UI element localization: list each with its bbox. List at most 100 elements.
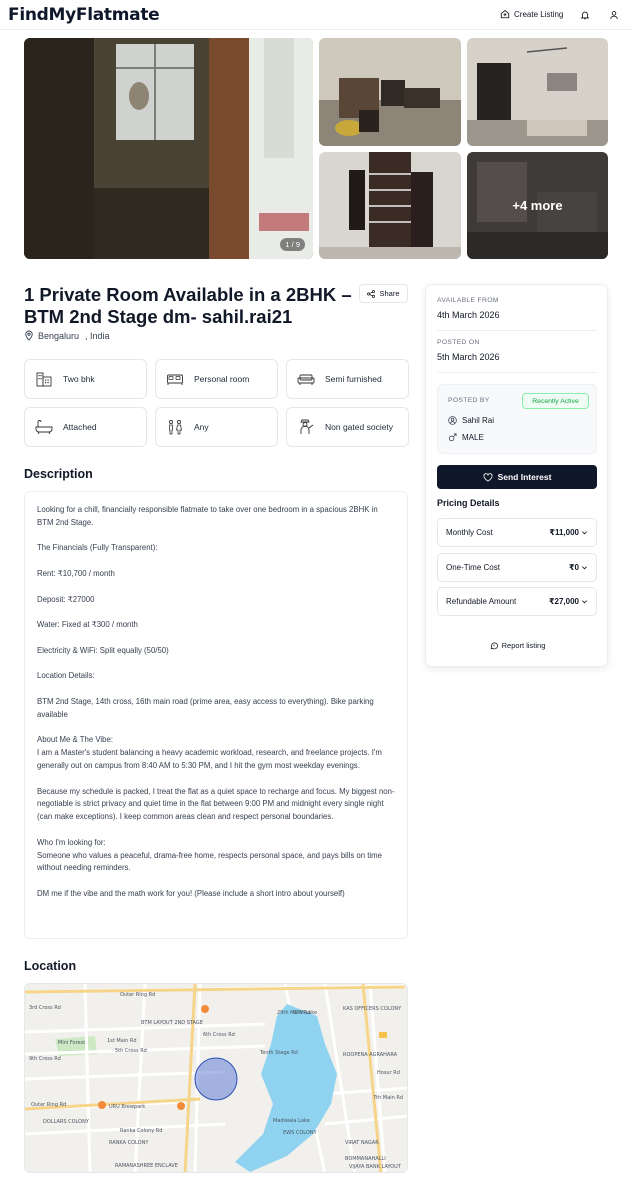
thumbnail-photo[interactable] — [467, 38, 608, 146]
map-label: Mini Forest — [58, 1040, 85, 1046]
people-icon — [168, 419, 182, 435]
pricing-amount-group: ₹27,000 — [549, 597, 588, 606]
send-interest-label: Send Interest — [497, 472, 552, 482]
photo-counter: 1 / 9 — [280, 238, 305, 251]
map-label: URU Brewpark — [109, 1104, 145, 1110]
feature-label: Attached — [63, 422, 97, 432]
user-circle-icon — [448, 416, 457, 425]
map-canvas[interactable]: Outer Ring Rd 6th Cross Rd 5th Cross Rd 3rd… — [25, 984, 408, 1173]
map-label: BOMMANAHALLI — [345, 1156, 386, 1162]
feature-gender-preference: Any — [155, 407, 278, 447]
map-label: 1st Main Rd — [107, 1038, 137, 1044]
feature-label: Any — [194, 422, 209, 432]
feature-label: Personal room — [194, 374, 250, 384]
pricing-amount: ₹0 — [568, 563, 579, 572]
map-label: Outer Ring Rd — [120, 992, 155, 998]
pricing-row-one-time[interactable]: One-Time Cost ₹0 — [437, 553, 597, 582]
map-label: KAS OFFICERS COLONY — [343, 1006, 402, 1012]
listing-sidebar: AVAILABLE FROM 4th March 2026 POSTED ON … — [425, 284, 608, 667]
more-photos-label: +4 more — [512, 198, 563, 213]
site-logo[interactable]: FindMyFlatmate — [8, 5, 160, 25]
feature-bathroom: Attached — [24, 407, 147, 447]
feature-furnishing: Semi furnished — [286, 359, 409, 399]
location-city: Bengaluru — [38, 330, 80, 341]
bathtub-icon — [35, 420, 53, 435]
room-photo-wardrobe — [319, 152, 461, 259]
poster-gender-row: MALE — [448, 433, 484, 442]
available-from-date: 4th March 2026 — [437, 310, 500, 320]
male-symbol-icon — [448, 433, 457, 442]
sofa-icon — [297, 374, 315, 385]
map-label: 5th Cross Rd — [115, 1048, 147, 1054]
top-navbar: FindMyFlatmate Create Listing — [0, 0, 632, 30]
feature-bhk: Two bhk — [24, 359, 147, 399]
pricing-amount: ₹11,000 — [549, 528, 579, 537]
approx-location-circle — [194, 1057, 238, 1101]
share-icon — [367, 289, 376, 298]
pricing-amount-group: ₹0 — [569, 563, 588, 572]
feature-label: Non gated society — [325, 422, 394, 432]
pricing-amount-group: ₹11,000 — [549, 528, 588, 537]
thumbnail-photo[interactable] — [319, 152, 461, 259]
bell-icon[interactable] — [578, 8, 592, 22]
map-label: RAMANASHREE ENCLAVE — [115, 1163, 178, 1169]
map-label: 3rd Cross Rd — [29, 1005, 61, 1011]
map-label: DOLLARS COLONY — [43, 1119, 90, 1125]
report-label: Report listing — [501, 641, 546, 650]
pricing-label: Monthly Cost — [446, 528, 493, 537]
building-icon — [36, 372, 52, 387]
poster-name-row: Sahil Rai — [448, 416, 494, 425]
share-label: Share — [379, 289, 400, 298]
security-guard-icon — [300, 419, 314, 434]
poster-card: POSTED BY Recently Active Sahil Rai MALE — [437, 384, 597, 454]
poi-marker[interactable] — [98, 1101, 106, 1109]
map-label: ROOPENA AGRAHARA — [343, 1052, 398, 1058]
description-text: Looking for a chill, financially respons… — [37, 505, 395, 898]
highway-shield — [379, 1032, 387, 1038]
location-country: , India — [85, 330, 110, 341]
feature-room-type: Personal room — [155, 359, 278, 399]
user-icon[interactable] — [607, 8, 621, 22]
message-alert-icon — [490, 642, 498, 649]
poi-marker[interactable] — [177, 1102, 185, 1110]
chevron-down-icon — [582, 566, 587, 570]
send-interest-button[interactable]: Send Interest — [437, 465, 597, 489]
bed-icon — [167, 374, 183, 385]
posted-on-date: 5th March 2026 — [437, 352, 500, 362]
location-heading: Location — [24, 959, 77, 973]
heart-icon — [483, 472, 493, 482]
location-map[interactable]: Outer Ring Rd 6th Cross Rd 5th Cross Rd 3rd… — [24, 983, 408, 1173]
report-listing-link[interactable]: Report listing — [426, 641, 609, 650]
pricing-amount: ₹27,000 — [548, 597, 579, 606]
listing-title: 1 Private Room Available in a 2BHK – BTM… — [24, 284, 352, 327]
pricing-label: One-Time Cost — [446, 563, 500, 572]
pricing-label: Refundable Amount — [446, 597, 517, 606]
room-photo-window — [24, 38, 313, 259]
create-listing-button[interactable]: Create Listing — [500, 9, 563, 19]
map-label: Hosur Rd — [377, 1070, 400, 1076]
room-photo-bedroom — [467, 38, 608, 146]
divider — [437, 372, 597, 373]
create-listing-label: Create Listing — [514, 9, 564, 19]
description-card: Looking for a chill, financially respons… — [24, 491, 408, 939]
thumbnail-photo[interactable] — [319, 38, 461, 146]
map-label: Ranka Colony Rd — [120, 1128, 162, 1134]
feature-society-type: Non gated society — [286, 407, 409, 447]
map-label: VIRAT NAGAR — [345, 1140, 379, 1146]
listing-location: Bengaluru , India — [24, 330, 110, 341]
pricing-row-refundable[interactable]: Refundable Amount ₹27,000 — [437, 587, 597, 616]
more-photos-tile[interactable]: +4 more — [467, 152, 608, 259]
pricing-row-monthly[interactable]: Monthly Cost ₹11,000 — [437, 518, 597, 547]
chevron-down-icon — [582, 600, 587, 604]
map-label: 29th Main Rd — [277, 1010, 310, 1016]
map-label: EWS COLONY — [283, 1130, 318, 1136]
poi-marker[interactable] — [201, 1005, 209, 1013]
share-button[interactable]: Share — [359, 284, 408, 303]
map-label: RANKA COLONY — [109, 1140, 149, 1146]
map-label: 9th Cross Rd — [29, 1056, 61, 1062]
main-photo[interactable]: 1 / 9 — [24, 38, 313, 259]
poster-gender: MALE — [462, 433, 484, 442]
map-label: Tenth Stage Rd — [259, 1050, 298, 1056]
pricing-heading: Pricing Details — [437, 498, 500, 508]
map-label: Madiwala Lake — [273, 1118, 310, 1124]
